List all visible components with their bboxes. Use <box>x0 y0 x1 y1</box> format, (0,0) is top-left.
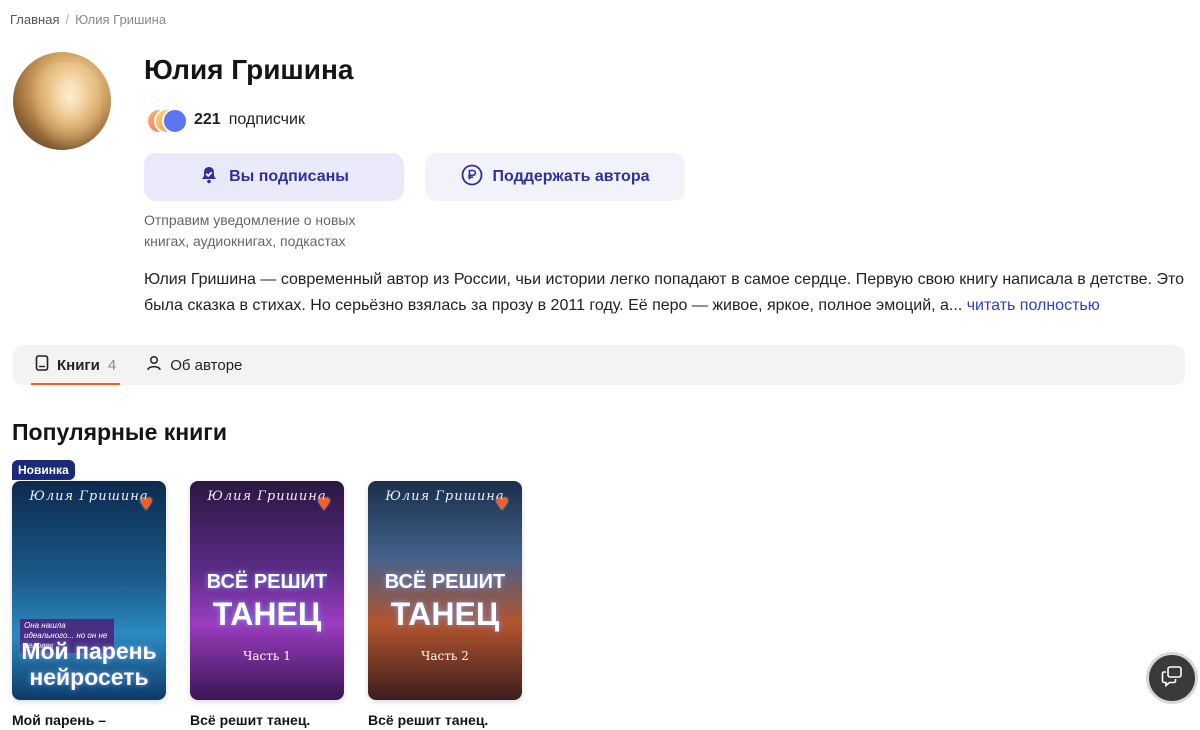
bell-check-icon <box>199 165 219 190</box>
subscribed-button-label: Вы подписаны <box>229 168 349 185</box>
chat-icon <box>1161 665 1183 692</box>
subscribers-info: 221 подписчик <box>146 108 305 134</box>
new-badge: Новинка <box>12 460 75 480</box>
breadcrumb-home[interactable]: Главная <box>10 12 59 27</box>
tab-books-count: 4 <box>107 356 117 374</box>
book-cover[interactable]: Юлия Гришина Она нашла идеального... но … <box>12 481 166 700</box>
tab-books[interactable]: Книги 4 <box>31 345 121 385</box>
tab-about-label: Об авторе <box>170 356 243 374</box>
section-title: Популярные книги <box>12 419 228 445</box>
cover-title-bottom: ТАНЕЦ <box>390 596 500 632</box>
book-cover[interactable]: Юлия Гришина ВСЁ РЕШИТ ТАНЕЦ Часть 1 ♥ <box>190 481 344 700</box>
read-more-link[interactable]: читать полностью <box>967 297 1100 314</box>
cover-part: Часть 2 <box>421 649 469 663</box>
subscribers-count: 221 <box>194 111 221 128</box>
tab-about[interactable]: Об авторе <box>142 345 246 385</box>
subscribers-label: подписчик <box>228 111 305 128</box>
subscription-notice: Отправим уведомление о новых книгах, ауд… <box>144 212 356 249</box>
heart-icon[interactable]: ♥ <box>490 491 514 515</box>
cover-part: Часть 1 <box>243 649 291 663</box>
person-icon <box>146 355 162 375</box>
breadcrumb: Главная / Юлия Гришина <box>10 12 166 27</box>
cover-title: Мой парень нейросеть <box>21 638 157 690</box>
chat-button[interactable] <box>1146 652 1198 704</box>
cover-title-bottom: ТАНЕЦ <box>212 596 322 632</box>
support-author-button[interactable]: Поддержать автора <box>425 153 685 201</box>
book-title[interactable]: Всё решит танец. <box>368 712 522 728</box>
author-name: Юлия Гришина <box>144 54 354 85</box>
ruble-icon <box>461 164 483 191</box>
book-cover[interactable]: Юлия Гришина ВСЁ РЕШИТ ТАНЕЦ Часть 2 ♥ <box>368 481 522 700</box>
book-card[interactable]: Новинка Юлия Гришина Она нашла идеальног… <box>12 460 166 728</box>
cover-title-top: ВСЁ РЕШИТ <box>206 571 328 593</box>
author-avatar <box>13 52 111 150</box>
tab-books-label: Книги <box>57 356 100 374</box>
book-icon <box>35 355 49 375</box>
heart-icon[interactable]: ♥ <box>312 491 336 515</box>
subscribers-avatars <box>146 108 188 134</box>
support-button-label: Поддержать автора <box>492 168 650 185</box>
books-list: Новинка Юлия Гришина Она нашла идеальног… <box>12 460 522 728</box>
subscribed-button[interactable]: Вы подписаны <box>144 153 404 201</box>
author-bio: Юлия Гришина — современный автор из Росс… <box>144 267 1194 319</box>
cover-title-top: ВСЁ РЕШИТ <box>384 571 506 593</box>
book-title[interactable]: Всё решит танец. <box>190 712 344 728</box>
book-card[interactable]: Юлия Гришина ВСЁ РЕШИТ ТАНЕЦ Часть 1 ♥ В… <box>190 460 344 728</box>
heart-icon[interactable]: ♥ <box>134 491 158 515</box>
breadcrumb-separator: / <box>65 12 70 27</box>
breadcrumb-current: Юлия Гришина <box>75 12 167 27</box>
author-tabs: Книги 4 Об авторе <box>13 345 1185 385</box>
book-card[interactable]: Юлия Гришина ВСЁ РЕШИТ ТАНЕЦ Часть 2 ♥ В… <box>368 460 522 728</box>
book-title[interactable]: Мой парень – <box>12 712 166 728</box>
